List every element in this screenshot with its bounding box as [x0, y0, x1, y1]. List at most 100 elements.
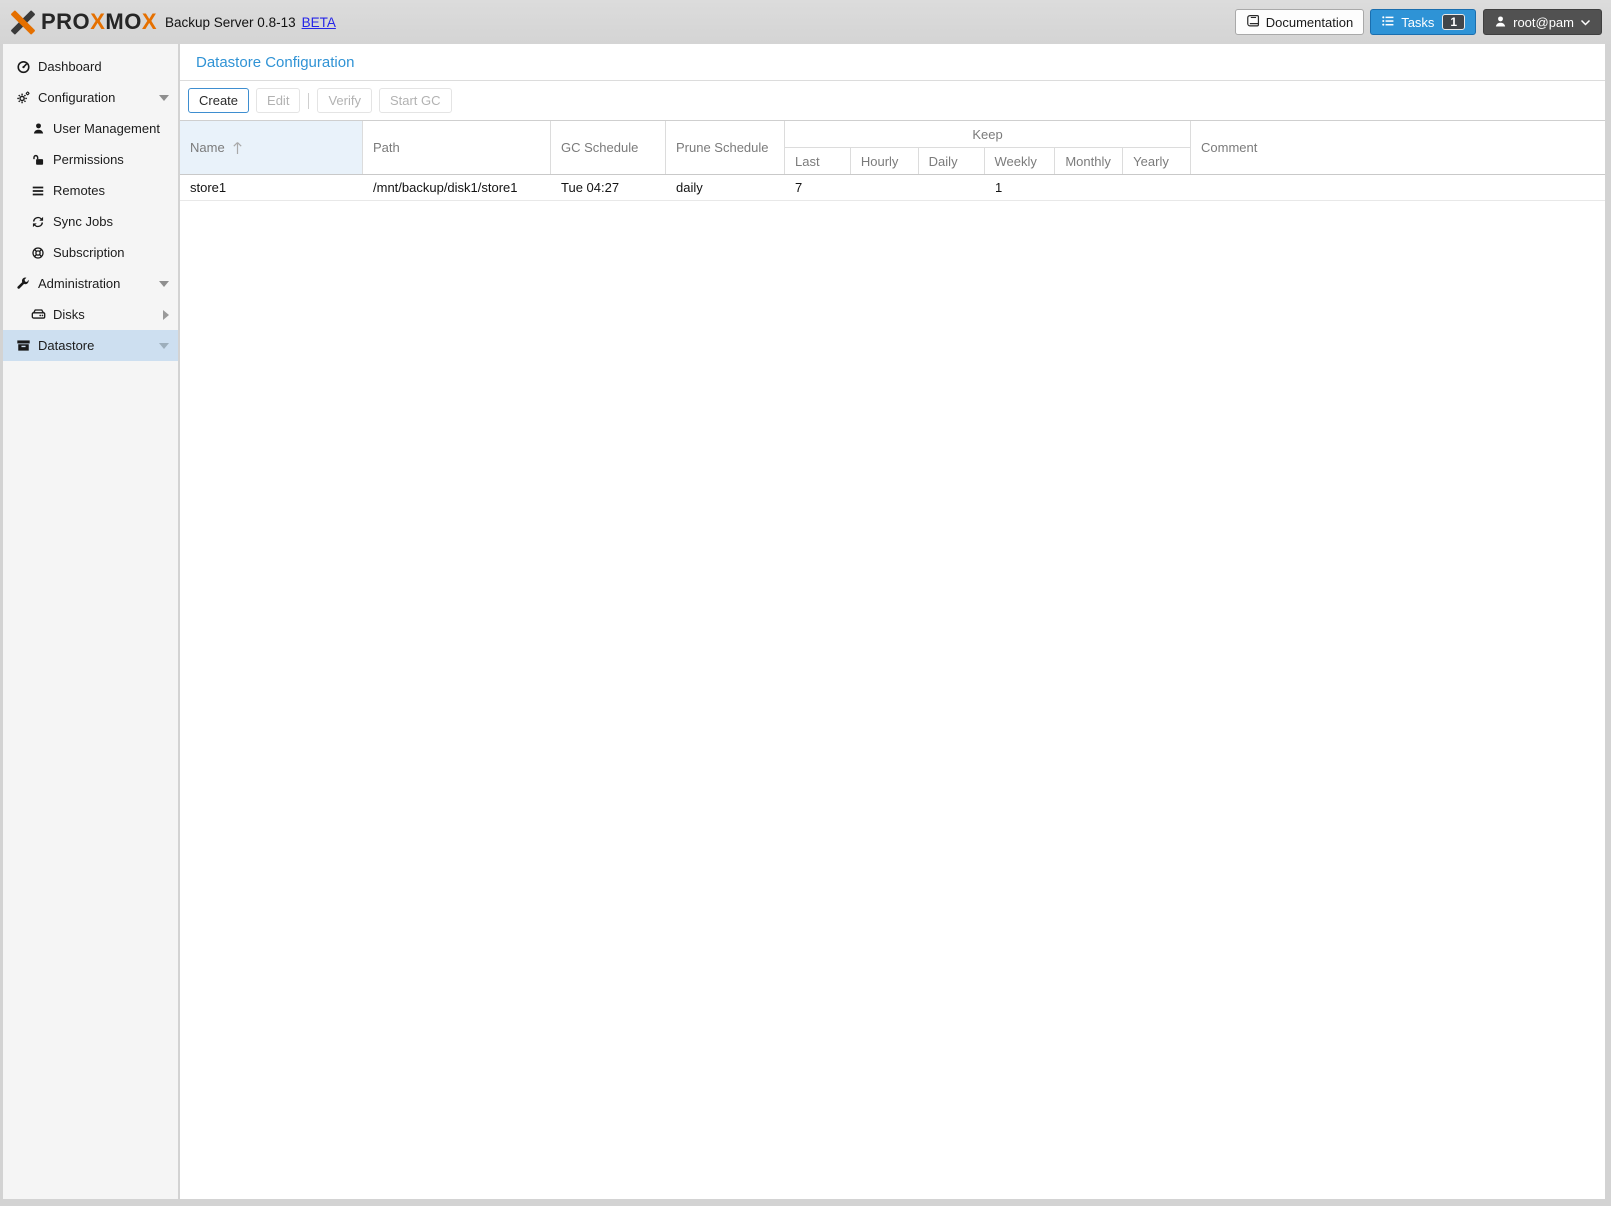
sidebar-item-subscription[interactable]: Subscription [3, 237, 178, 268]
column-header-label: Keep [972, 127, 1002, 142]
column-header-keep-weekly[interactable]: Weekly [985, 148, 1056, 174]
logo-part: X [142, 9, 157, 34]
beta-link[interactable]: BETA [302, 15, 336, 30]
cell-gc-schedule: Tue 04:27 [551, 180, 666, 195]
sidebar-item-user-management[interactable]: User Management [3, 113, 178, 144]
sidebar-item-disks[interactable]: Disks [3, 299, 178, 330]
chevron-down-icon [1580, 16, 1591, 29]
list-bars-icon [30, 183, 46, 199]
sidebar-item-label: Configuration [38, 90, 115, 105]
column-header-prune-schedule[interactable]: Prune Schedule [666, 121, 785, 174]
sidebar-item-label: Remotes [53, 183, 105, 198]
sidebar-item-datastore[interactable]: Datastore [3, 330, 178, 361]
column-header-label: Weekly [995, 154, 1037, 169]
sidebar-item-sync-jobs[interactable]: Sync Jobs [3, 206, 178, 237]
column-header-keep-daily[interactable]: Daily [919, 148, 985, 174]
edit-button[interactable]: Edit [256, 88, 300, 113]
datastore-table: Name Path GC Schedule Prune Schedule [180, 120, 1605, 201]
gears-icon [15, 90, 31, 106]
column-header-comment[interactable]: Comment [1191, 121, 1605, 174]
tachometer-icon [15, 59, 31, 75]
column-header-label: Path [373, 140, 400, 155]
verify-button[interactable]: Verify [317, 88, 372, 113]
logo-part: MO [105, 9, 141, 34]
page-title: Datastore Configuration [180, 44, 1605, 81]
sidebar-item-label: Sync Jobs [53, 214, 113, 229]
life-ring-icon [30, 245, 46, 261]
sidebar-item-configuration[interactable]: Configuration [3, 82, 178, 113]
sidebar-item-label: Administration [38, 276, 120, 291]
proxmox-backup-app: PROXMOX Backup Server 0.8-13 BETA Docume… [0, 0, 1611, 1206]
sidebar-nav: Dashboard Configuration User Management [3, 44, 178, 1199]
column-header-label: Comment [1201, 140, 1257, 155]
table-header: Name Path GC Schedule Prune Schedule [180, 121, 1605, 175]
start-gc-button[interactable]: Start GC [379, 88, 452, 113]
column-header-label: Name [190, 140, 225, 155]
archive-icon [15, 338, 31, 354]
column-header-label: Hourly [861, 154, 899, 169]
tasks-count-badge: 1 [1442, 14, 1465, 30]
column-group-keep: Keep Last Hourly Daily Weekly Monthly Ye… [785, 121, 1191, 174]
chevron-down-icon [159, 343, 169, 349]
column-header-label: GC Schedule [561, 140, 638, 155]
top-header: PROXMOX Backup Server 0.8-13 BETA Docume… [0, 0, 1611, 44]
column-header-path[interactable]: Path [363, 121, 551, 174]
proxmox-logo: PROXMOX [9, 9, 157, 36]
user-icon [1494, 15, 1507, 30]
chevron-right-icon [163, 310, 169, 320]
cell-path: /mnt/backup/disk1/store1 [363, 180, 551, 195]
toolbar: Create Edit Verify Start GC [180, 81, 1605, 120]
column-header-keep-last[interactable]: Last [785, 148, 851, 174]
sort-ascending-icon [232, 141, 243, 155]
sidebar-item-label: Subscription [53, 245, 125, 260]
cell-keep-weekly: 1 [985, 180, 1056, 195]
chevron-down-icon [159, 281, 169, 287]
create-button[interactable]: Create [188, 88, 249, 113]
product-version-label: Backup Server 0.8-13 [165, 15, 296, 30]
column-header-label: Monthly [1065, 154, 1111, 169]
column-header-gc-schedule[interactable]: GC Schedule [551, 121, 666, 174]
sidebar-item-remotes[interactable]: Remotes [3, 175, 178, 206]
column-header-keep-hourly[interactable]: Hourly [851, 148, 919, 174]
user-menu-label: root@pam [1513, 16, 1574, 29]
book-icon [1246, 14, 1260, 30]
documentation-button[interactable]: Documentation [1235, 9, 1364, 35]
sidebar-item-administration[interactable]: Administration [3, 268, 178, 299]
datastore-config-panel: Datastore Configuration Create Edit Veri… [180, 44, 1605, 1199]
sidebar-item-label: Dashboard [38, 59, 102, 74]
logo-part: PRO [41, 9, 90, 34]
wrench-icon [15, 276, 31, 292]
logo-part: X [90, 9, 105, 34]
sync-icon [30, 214, 46, 230]
table-row[interactable]: store1 /mnt/backup/disk1/store1 Tue 04:2… [180, 175, 1605, 201]
user-icon [30, 121, 46, 137]
sidebar-item-label: Datastore [38, 338, 94, 353]
sidebar-item-permissions[interactable]: Permissions [3, 144, 178, 175]
chevron-down-icon [159, 95, 169, 101]
sidebar-item-label: User Management [53, 121, 160, 136]
toolbar-separator [308, 93, 309, 109]
proxmox-logo-text: PROXMOX [41, 9, 157, 35]
proxmox-x-icon [9, 9, 36, 36]
column-header-label: Prune Schedule [676, 140, 769, 155]
user-menu-button[interactable]: root@pam [1483, 9, 1602, 35]
column-header-label: Last [795, 154, 820, 169]
content-frame: Dashboard Configuration User Management [0, 44, 1611, 1206]
column-header-name[interactable]: Name [180, 121, 363, 174]
column-header-label: Daily [929, 154, 958, 169]
tasks-button-label: Tasks [1401, 16, 1434, 29]
tasks-button[interactable]: Tasks 1 [1370, 9, 1476, 35]
task-list-icon [1381, 14, 1395, 30]
unlock-icon [30, 152, 46, 168]
documentation-button-label: Documentation [1266, 16, 1353, 29]
column-group-keep-label: Keep [785, 121, 1190, 148]
sidebar-item-label: Disks [53, 307, 85, 322]
keep-subcolumns: Last Hourly Daily Weekly Monthly Yearly [785, 148, 1190, 174]
hdd-icon [30, 307, 46, 323]
column-header-keep-monthly[interactable]: Monthly [1055, 148, 1123, 174]
sidebar-item-dashboard[interactable]: Dashboard [3, 51, 178, 82]
sidebar-item-label: Permissions [53, 152, 124, 167]
cell-name: store1 [180, 180, 363, 195]
column-header-keep-yearly[interactable]: Yearly [1123, 148, 1190, 174]
cell-prune-schedule: daily [666, 180, 785, 195]
